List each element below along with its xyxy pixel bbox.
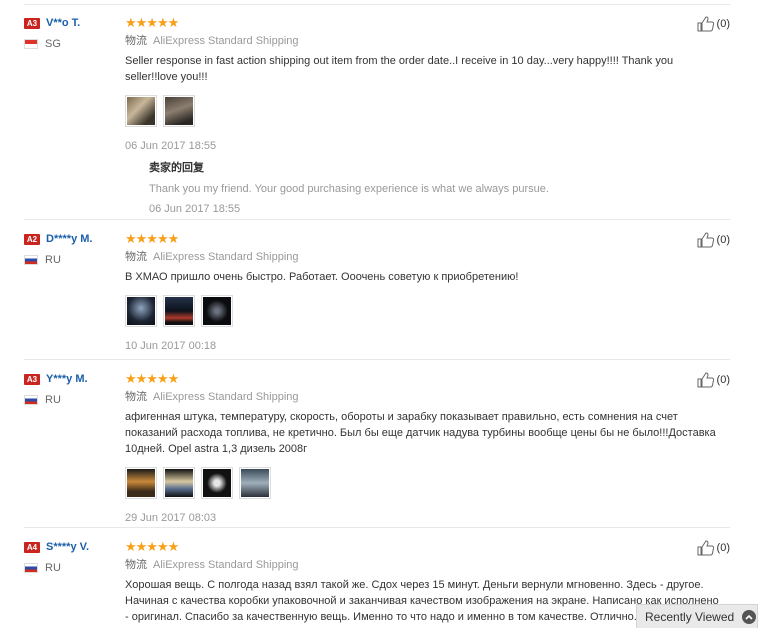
shipping-info: 物流 AliExpress Standard Shipping xyxy=(125,558,725,572)
star-rating: ★★★★★ xyxy=(125,231,179,246)
country-flag-icon xyxy=(24,563,38,573)
buyer-country: RU xyxy=(45,562,61,574)
chevron-up-icon[interactable] xyxy=(742,609,757,624)
review-divider xyxy=(24,219,730,220)
star-rating: ★★★★★ xyxy=(125,15,179,30)
helpful-button[interactable]: (0) xyxy=(697,16,730,32)
thumbs-up-icon xyxy=(697,232,714,248)
review-body: ★★★★★ 物流 AliExpress Standard Shipping Sel… xyxy=(125,16,725,216)
review-text: Seller response in fast action shipping … xyxy=(125,55,674,83)
helpful-count: (0) xyxy=(716,542,730,554)
review-date: 06 Jun 2017 18:55 xyxy=(125,140,217,152)
shipping-method: AliExpress Standard Shipping xyxy=(153,391,299,403)
shipping-label: 物流 xyxy=(125,251,147,263)
recently-viewed-bar[interactable]: Recently Viewed xyxy=(636,604,758,628)
buyer-info: A4 S****y V. RU xyxy=(24,540,124,574)
review-photo-thumbnail[interactable] xyxy=(239,467,271,499)
star-rating: ★★★★★ xyxy=(125,371,179,386)
helpful-count: (0) xyxy=(716,18,730,30)
seller-reply-text: Thank you my friend. Your good purchasin… xyxy=(149,183,549,195)
buyer-name[interactable]: S****y V. xyxy=(46,541,89,553)
buyer-info: A3 Y***y M. RU xyxy=(24,372,124,406)
thumbs-up-icon xyxy=(697,540,714,556)
shipping-label: 物流 xyxy=(125,35,147,47)
thumbs-up-icon xyxy=(697,372,714,388)
review-photo-thumbnail[interactable] xyxy=(163,295,195,327)
review-photo-thumbnail[interactable] xyxy=(201,295,233,327)
seller-reply: 卖家的回复 Thank you my friend. Your good pur… xyxy=(149,161,725,216)
shipping-method: AliExpress Standard Shipping xyxy=(153,35,299,47)
review-date: 10 Jun 2017 00:18 xyxy=(125,340,217,352)
buyer-info: A3 V**o T. SG xyxy=(24,16,124,50)
review-photo-thumbnail[interactable] xyxy=(125,295,157,327)
star-rating: ★★★★★ xyxy=(125,539,179,554)
review-body: ★★★★★ 物流 AliExpress Standard Shipping афи… xyxy=(125,372,725,525)
review-photo-thumbnail[interactable] xyxy=(125,467,157,499)
buyer-level-badge: A2 xyxy=(24,233,40,245)
review-divider xyxy=(24,359,730,360)
seller-reply-date: 06 Jun 2017 18:55 xyxy=(149,203,241,215)
shipping-info: 物流 AliExpress Standard Shipping xyxy=(125,34,725,48)
buyer-country: RU xyxy=(45,254,61,266)
helpful-button[interactable]: (0) xyxy=(697,540,730,556)
helpful-count: (0) xyxy=(716,234,730,246)
buyer-name[interactable]: V**o T. xyxy=(46,17,80,29)
review-body: ★★★★★ 物流 AliExpress Standard Shipping В Х… xyxy=(125,232,725,353)
review-photo-thumbnail[interactable] xyxy=(125,95,157,127)
shipping-label: 物流 xyxy=(125,391,147,403)
review-text: В ХМАО пришло очень быстро. Работает. Оо… xyxy=(125,271,519,283)
buyer-level-badge: A3 xyxy=(24,373,40,385)
country-flag-icon xyxy=(24,395,38,405)
buyer-info: A2 D****y M. RU xyxy=(24,232,124,266)
review-text: Хорошая вещь. С полгода назад взял такой… xyxy=(125,579,719,623)
review-divider xyxy=(24,527,730,528)
review-text: афигенная штука, температуру, скорость, … xyxy=(125,411,716,455)
helpful-button[interactable]: (0) xyxy=(697,372,730,388)
shipping-method: AliExpress Standard Shipping xyxy=(153,559,299,571)
review-photo-thumbnail[interactable] xyxy=(201,467,233,499)
review-photos xyxy=(125,295,725,327)
shipping-label: 物流 xyxy=(125,559,147,571)
buyer-name[interactable]: Y***y M. xyxy=(46,373,88,385)
shipping-info: 物流 AliExpress Standard Shipping xyxy=(125,250,725,264)
top-divider xyxy=(24,4,730,5)
helpful-button[interactable]: (0) xyxy=(697,232,730,248)
buyer-country: SG xyxy=(45,38,61,50)
shipping-info: 物流 AliExpress Standard Shipping xyxy=(125,390,725,404)
buyer-name[interactable]: D****y M. xyxy=(46,233,92,245)
shipping-method: AliExpress Standard Shipping xyxy=(153,251,299,263)
thumbs-up-icon xyxy=(697,16,714,32)
review-photos xyxy=(125,95,725,127)
helpful-count: (0) xyxy=(716,374,730,386)
review-photos xyxy=(125,467,725,499)
review-photo-thumbnail[interactable] xyxy=(163,467,195,499)
country-flag-icon xyxy=(24,39,38,49)
buyer-country: RU xyxy=(45,394,61,406)
review-body: ★★★★★ 物流 AliExpress Standard Shipping Хор… xyxy=(125,540,725,625)
buyer-level-badge: A3 xyxy=(24,17,40,29)
seller-reply-title: 卖家的回复 xyxy=(149,162,204,174)
country-flag-icon xyxy=(24,255,38,265)
review-photo-thumbnail[interactable] xyxy=(163,95,195,127)
recently-viewed-label: Recently Viewed xyxy=(645,609,735,624)
buyer-level-badge: A4 xyxy=(24,541,40,553)
review-date: 29 Jun 2017 08:03 xyxy=(125,512,217,524)
